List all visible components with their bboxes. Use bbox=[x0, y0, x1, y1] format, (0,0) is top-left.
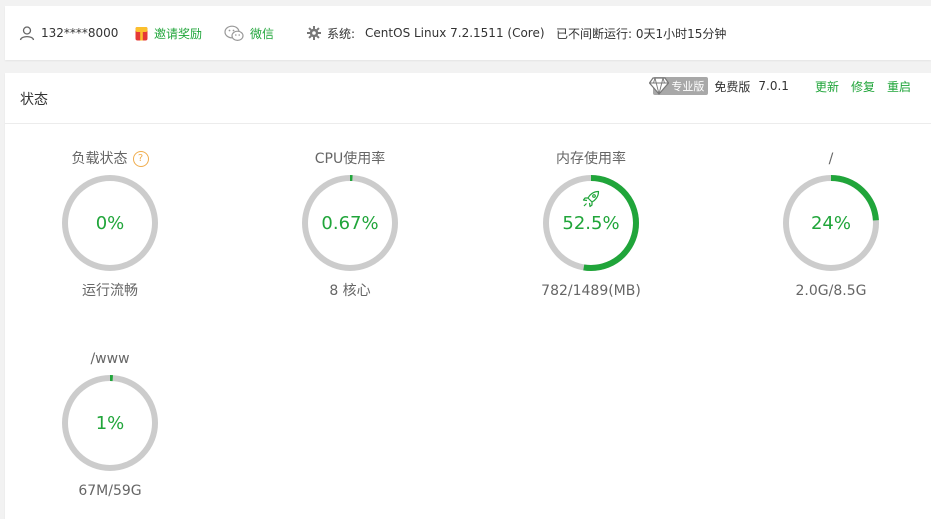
gauge-load: 负载状态 ? 0% 运行流畅 bbox=[45, 149, 175, 301]
gauge-subtitle: 67M/59G bbox=[78, 483, 142, 499]
invite-reward-link[interactable]: 邀请奖励 bbox=[135, 6, 202, 60]
gauge-ring[interactable]: 0% bbox=[60, 173, 160, 273]
gauge-memory: 内存使用率 52.5% 782/1489(MB) bbox=[526, 149, 656, 301]
edition-label: 免费版 bbox=[714, 79, 751, 94]
gauge-title-text: 负载状态 bbox=[71, 151, 128, 167]
repair-link[interactable]: 修复 bbox=[851, 78, 875, 95]
top-info-bar: 132****8000 邀请奖励 微信 系统: CentOS Linux 7.2… bbox=[5, 6, 931, 60]
update-link[interactable]: 更新 bbox=[815, 78, 839, 95]
user-phone: 132****8000 bbox=[41, 26, 119, 40]
gauge-title: /www bbox=[45, 349, 175, 369]
gauge-ring[interactable]: 1% bbox=[60, 373, 160, 473]
system-value: CentOS Linux 7.2.1511 (Core) bbox=[365, 26, 545, 40]
panel-title: 状态 bbox=[20, 92, 48, 108]
gauge-title: 负载状态 ? bbox=[45, 149, 175, 169]
uptime-text: 已不间断运行: 0天1小时15分钟 bbox=[556, 26, 727, 41]
version-number: 7.0.1 bbox=[758, 79, 789, 93]
wechat-link[interactable]: 微信 bbox=[224, 6, 274, 60]
gauge-ring[interactable]: 52.5% bbox=[541, 173, 641, 273]
gauge-title: 内存使用率 bbox=[526, 149, 656, 169]
diamond-icon bbox=[649, 77, 670, 95]
gauge-percent: 52.5% bbox=[562, 212, 620, 234]
wechat-label: 微信 bbox=[250, 26, 275, 41]
pro-edition-badge[interactable]: 专业版 bbox=[649, 77, 709, 95]
gauge-subtitle: 2.0G/8.5G bbox=[795, 283, 867, 299]
gauge-percent: 0% bbox=[95, 212, 125, 234]
gauge-ring[interactable]: 24% bbox=[781, 173, 881, 273]
gauge-percent: 0.67% bbox=[321, 212, 379, 234]
invite-reward-label: 邀请奖励 bbox=[154, 26, 203, 41]
gear-icon bbox=[307, 26, 321, 40]
user-account[interactable]: 132****8000 bbox=[19, 6, 118, 60]
user-icon bbox=[19, 25, 35, 41]
gauge-title-text: / bbox=[828, 151, 834, 167]
restart-link[interactable]: 重启 bbox=[887, 78, 911, 95]
system-label: 系统: bbox=[327, 26, 356, 41]
gauge-disk-root: / 24% 2.0G/8.5G bbox=[766, 149, 896, 301]
gauge-title: / bbox=[766, 149, 896, 169]
gauge-percent: 1% bbox=[95, 412, 125, 434]
gauge-title: CPU使用率 bbox=[285, 149, 415, 169]
gauge-disk-www: /www 1% 67M/59G bbox=[45, 349, 175, 501]
gauge-subtitle: 782/1489(MB) bbox=[541, 283, 641, 299]
pro-edition-label: 专业版 bbox=[671, 80, 705, 93]
help-icon[interactable]: ? bbox=[132, 151, 149, 167]
uptime: 已不间断运行: 0天1小时15分钟 bbox=[556, 6, 726, 60]
version-bar: 专业版 免费版 7.0.1 更新 修复 重启 bbox=[649, 73, 911, 99]
gauge-subtitle: 运行流畅 bbox=[82, 283, 138, 299]
panel-divider bbox=[5, 123, 931, 124]
wechat-icon bbox=[224, 25, 244, 42]
gauge-title-text: /www bbox=[90, 351, 130, 367]
gauge-title-text: 内存使用率 bbox=[556, 151, 626, 167]
gift-icon bbox=[135, 26, 148, 41]
gauge-percent: 24% bbox=[810, 212, 851, 234]
system-info: 系统: CentOS Linux 7.2.1511 (Core) bbox=[307, 6, 545, 60]
gauge-title-text: CPU使用率 bbox=[314, 151, 386, 167]
gauge-ring[interactable]: 0.67% bbox=[300, 173, 400, 273]
gauge-cpu: CPU使用率 0.67% 8 核心 bbox=[285, 149, 415, 301]
gauge-subtitle: 8 核心 bbox=[329, 283, 371, 299]
status-panel: 状态 专业版 免费版 7.0.1 更新 修复 重启 负载状态 ? 0% 运行流畅… bbox=[5, 73, 931, 519]
